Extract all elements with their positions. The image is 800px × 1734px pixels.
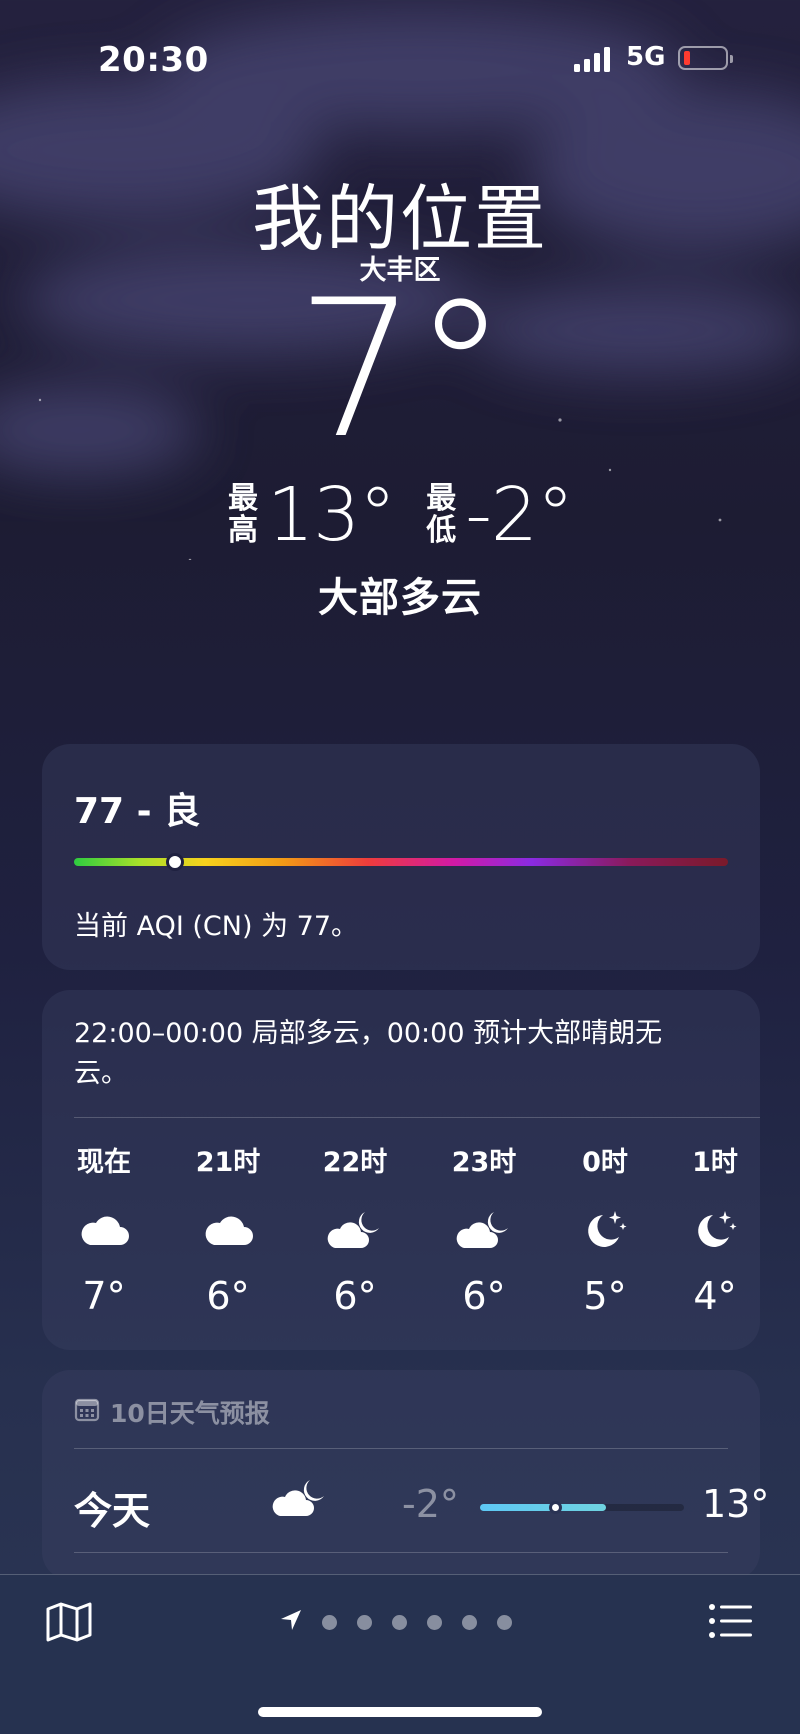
location-arrow-icon[interactable] [280, 1609, 302, 1635]
hour-temperature: 5° [583, 1274, 627, 1318]
cloud-moon-icon [300, 1200, 410, 1260]
air-quality-card[interactable]: 77 - 良 当前 AQI (CN) 为 77。 [42, 744, 760, 970]
hour-label: 21时 [195, 1147, 261, 1178]
hour-label: 1时 [692, 1147, 738, 1178]
hour-column: 0时 5° [550, 1140, 660, 1318]
aqi-value: 77 - 良 [74, 791, 201, 832]
temperature-range-bar [480, 1501, 684, 1514]
moon-stars-icon [660, 1200, 770, 1260]
ten-day-forecast-card[interactable]: 10日天气预报 今天 -2° 13° [42, 1370, 769, 1580]
high-low-row: 最高 13° 最低 -2° [0, 470, 800, 560]
list-icon[interactable] [708, 1601, 754, 1645]
hour-temperature: 4° [693, 1274, 737, 1318]
cloud-moon-icon [429, 1200, 539, 1260]
forecast-low: -2° [402, 1482, 459, 1526]
moon-stars-icon [550, 1200, 660, 1260]
forecast-header: 10日天气预报 [74, 1394, 270, 1430]
battery-level [684, 51, 690, 65]
forecast-day: 今天 [74, 1489, 151, 1533]
divider [74, 1552, 728, 1553]
hour-temperature: 6° [333, 1274, 377, 1318]
low-temperature: -2° [465, 472, 574, 558]
hour-label: 0时 [582, 1147, 628, 1178]
map-icon[interactable] [46, 1601, 92, 1647]
forecast-high: 13° [702, 1482, 770, 1526]
hour-column: 21时 6° [173, 1140, 283, 1318]
hour-temperature: 7° [82, 1274, 126, 1318]
hour-column: 1时 4° [660, 1140, 770, 1318]
high-temperature: 13° [267, 472, 396, 558]
hour-temperature: 6° [462, 1274, 506, 1318]
current-temperature: 7° [296, 259, 508, 480]
hour-label: 22时 [322, 1147, 388, 1178]
hourly-summary: 22:00–00:00 局部多云，00:00 预计大部晴朗无云。 [74, 1018, 663, 1089]
temperature-range-fill [480, 1504, 607, 1511]
page-dot[interactable] [357, 1614, 372, 1630]
page-dot[interactable] [462, 1614, 477, 1630]
bottom-toolbar [0, 1574, 800, 1734]
hour-label: 现在 [77, 1147, 131, 1178]
network-type: 5G [626, 42, 666, 72]
cellular-signal-icon [574, 46, 610, 72]
divider [74, 1448, 728, 1449]
aqi-description: 当前 AQI (CN) 为 77。 [74, 911, 359, 942]
page-dot[interactable] [322, 1614, 337, 1630]
calendar-icon [74, 1396, 100, 1428]
status-time: 20:30 [98, 40, 209, 80]
hour-temperature: 6° [206, 1274, 250, 1318]
cloud-icon [49, 1200, 159, 1260]
hour-column: 22时 6° [300, 1140, 410, 1318]
page-dot[interactable] [427, 1614, 442, 1630]
divider [74, 1117, 760, 1118]
hourly-forecast-card[interactable]: 22:00–00:00 局部多云，00:00 预计大部晴朗无云。 现在 7° 2… [42, 990, 760, 1350]
aqi-scale-indicator [166, 853, 185, 871]
low-label: 最低 [426, 481, 457, 548]
forecast-header-label: 10日天气预报 [110, 1399, 270, 1428]
cloud-icon [173, 1200, 283, 1260]
hour-column: 23时 6° [429, 1140, 539, 1318]
weather-condition: 大部多云 [318, 575, 482, 621]
page-indicator[interactable] [280, 1609, 512, 1635]
home-indicator[interactable] [258, 1707, 542, 1717]
status-bar: 20:30 5G [0, 36, 800, 80]
hour-label: 23时 [451, 1147, 517, 1178]
battery-icon [678, 46, 733, 70]
high-label: 最高 [228, 481, 259, 548]
hour-column: 现在 7° [49, 1140, 159, 1318]
page-dot[interactable] [497, 1614, 512, 1630]
current-temperature-indicator [549, 1501, 563, 1514]
page-dot[interactable] [392, 1614, 407, 1630]
cloud-moon-icon [272, 1478, 328, 1522]
aqi-scale-bar [74, 853, 728, 871]
